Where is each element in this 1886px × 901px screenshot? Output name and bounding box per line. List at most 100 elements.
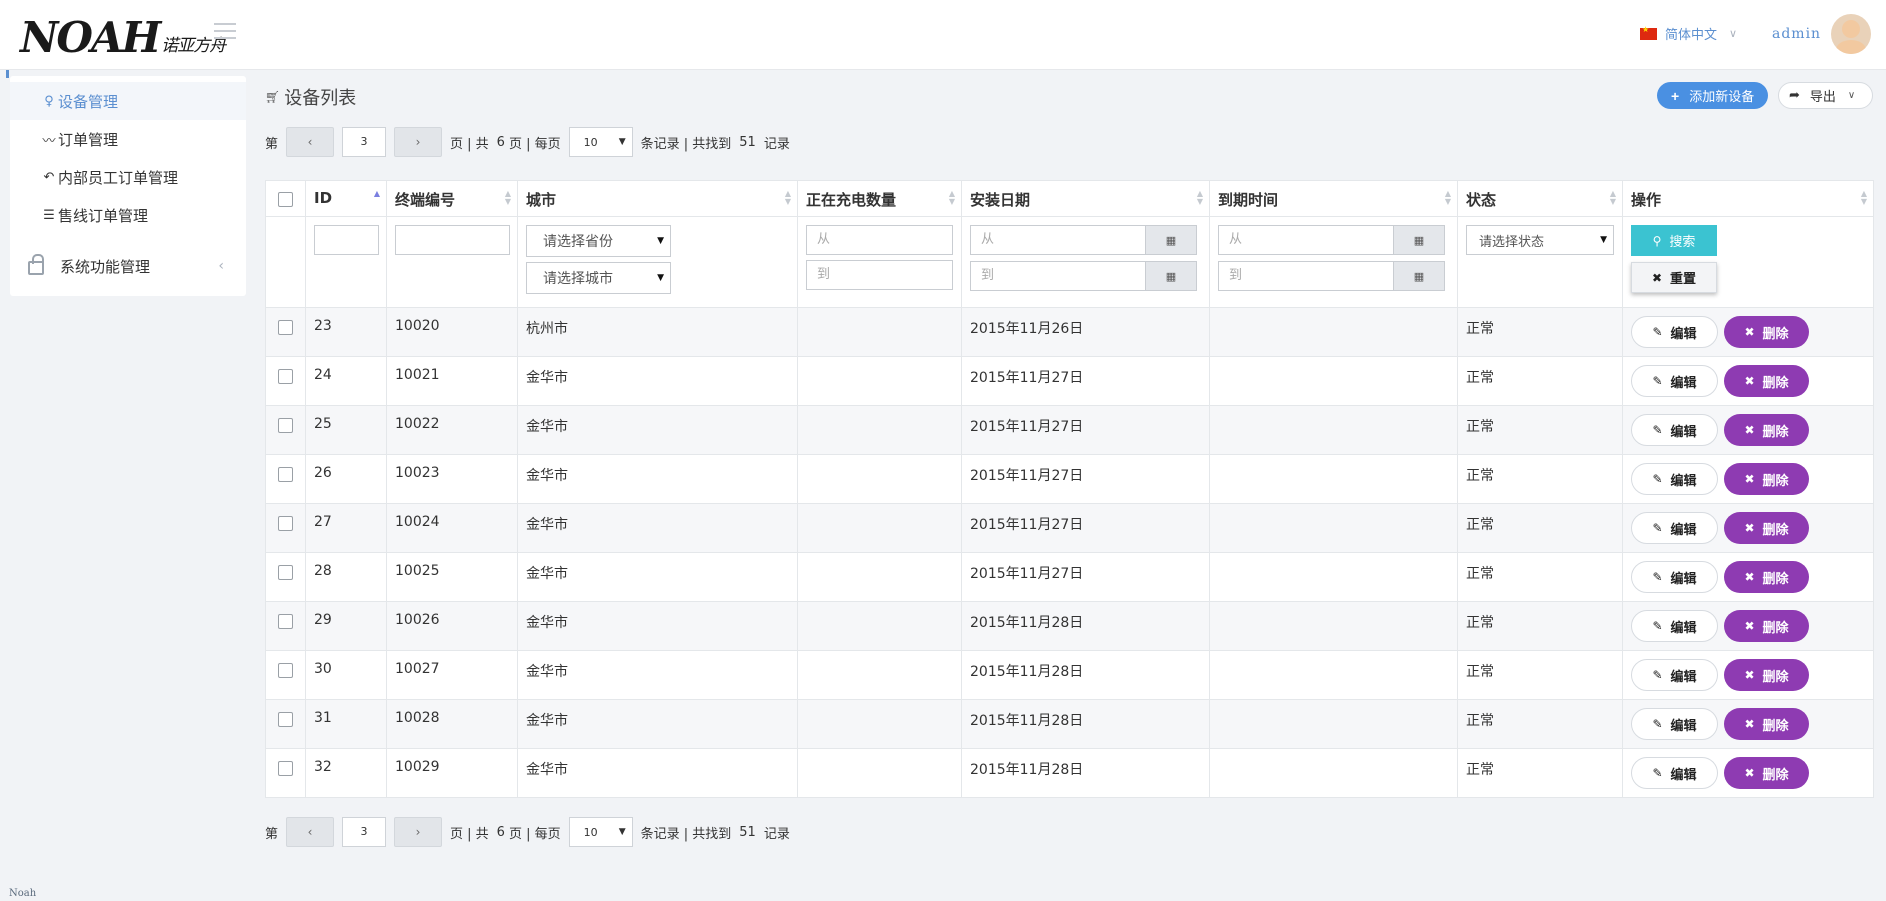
pager-records-suffix: 记录	[763, 136, 790, 152]
delete-button[interactable]: ✖ 删除	[1724, 512, 1809, 544]
row-checkbox[interactable]	[278, 663, 293, 678]
cell-status: 正常	[1457, 748, 1623, 798]
user-menu[interactable]: admin	[1772, 14, 1872, 54]
cell-actions: ✎ 编辑 ✖ 删除	[1622, 601, 1874, 651]
page-size-select[interactable]: 10 ▼	[568, 817, 633, 847]
select-all-checkbox[interactable]	[278, 192, 293, 207]
row-checkbox[interactable]	[278, 761, 293, 776]
install-to-input[interactable]: 到	[970, 261, 1145, 291]
edit-button[interactable]: ✎ 编辑	[1631, 610, 1718, 642]
row-checkbox[interactable]	[278, 565, 293, 580]
cell-actions: ✎ 编辑 ✖ 删除	[1622, 748, 1874, 798]
terminal-filter-input[interactable]	[395, 225, 510, 255]
id-filter-input[interactable]	[314, 225, 379, 255]
cell-city: 金华市	[517, 454, 798, 504]
cell-status: 正常	[1457, 307, 1623, 357]
edit-button[interactable]: ✎ 编辑	[1631, 316, 1718, 348]
edit-button[interactable]: ✎ 编辑	[1631, 365, 1718, 397]
pencil-icon: ✎	[1652, 521, 1663, 535]
column-header-city[interactable]: 城市 ▲ ▼	[517, 180, 798, 217]
prev-page-button[interactable]: ‹	[286, 817, 335, 847]
delete-button[interactable]: ✖ 删除	[1724, 610, 1809, 642]
next-page-button[interactable]: ›	[394, 127, 443, 157]
page-input[interactable]: 3	[342, 127, 387, 157]
export-button[interactable]: ➦ 导出 ∨	[1778, 82, 1873, 109]
cell-id: 24	[305, 356, 387, 406]
cell-charging	[797, 454, 962, 504]
edit-button[interactable]: ✎ 编辑	[1631, 414, 1718, 446]
pencil-icon: ✎	[1652, 766, 1663, 780]
delete-button[interactable]: ✖ 删除	[1724, 561, 1809, 593]
row-checkbox[interactable]	[278, 369, 293, 384]
close-icon: ✖	[1744, 766, 1755, 780]
sidebar-item-orders[interactable]: 〰 订单管理	[10, 120, 246, 158]
page-input[interactable]: 3	[342, 817, 387, 847]
close-icon: ✖	[1744, 619, 1755, 633]
calendar-icon[interactable]: ▦	[1145, 261, 1197, 291]
column-header-charging[interactable]: 正在充电数量 ▲ ▼	[797, 180, 962, 217]
edit-button[interactable]: ✎ 编辑	[1631, 561, 1718, 593]
delete-button[interactable]: ✖ 删除	[1724, 463, 1809, 495]
prev-page-button[interactable]: ‹	[286, 127, 335, 157]
pager-top: 第 ‹ 3 › 页 | 共 6 页 | 每页 10 ▼ 条记录 | 共找到 51 …	[265, 126, 790, 158]
row-checkbox[interactable]	[278, 614, 293, 629]
province-select[interactable]: 请选择省份 ▼	[526, 225, 671, 257]
brand-logo[interactable]: NOAH 诺亚方舟	[20, 17, 226, 59]
row-select-cell	[265, 552, 306, 602]
city-select[interactable]: 请选择城市 ▼	[526, 262, 671, 294]
add-device-button[interactable]: + 添加新设备	[1657, 82, 1769, 109]
filter-cell-expire: 从 ▦ 到 ▦	[1209, 216, 1458, 308]
install-from-input[interactable]: 从	[970, 225, 1145, 255]
menu-toggle-icon[interactable]	[214, 23, 236, 39]
close-icon: ✖	[1744, 423, 1755, 437]
edit-button[interactable]: ✎ 编辑	[1631, 708, 1718, 740]
cell-status: 正常	[1457, 454, 1623, 504]
row-checkbox[interactable]	[278, 467, 293, 482]
cell-expire	[1209, 307, 1458, 357]
language-selector[interactable]: 简体中文 ∨	[1640, 24, 1737, 43]
sidebar-item-staff-orders[interactable]: ↶ 内部员工订单管理	[10, 158, 246, 196]
column-header-id[interactable]: ID ▲	[305, 180, 387, 217]
delete-button[interactable]: ✖ 删除	[1724, 414, 1809, 446]
cell-expire	[1209, 699, 1458, 749]
sidebar-item-devices[interactable]: ♀ 设备管理	[10, 82, 246, 120]
edit-button[interactable]: ✎ 编辑	[1631, 463, 1718, 495]
edit-button[interactable]: ✎ 编辑	[1631, 659, 1718, 691]
column-header-status[interactable]: 状态 ▲ ▼	[1457, 180, 1623, 217]
delete-button[interactable]: ✖ 删除	[1724, 365, 1809, 397]
sort-icon: ▲ ▼	[1444, 189, 1451, 206]
status-select[interactable]: 请选择状态 ▼	[1466, 225, 1614, 255]
reset-button[interactable]: ✖ 重置	[1631, 262, 1717, 293]
sidebar-group-system[interactable]: 系统功能管理 ‹	[10, 247, 246, 285]
cell-id: 26	[305, 454, 387, 504]
charging-from-input[interactable]: 从	[806, 225, 953, 255]
bulb-icon: ♀	[44, 93, 54, 109]
calendar-icon[interactable]: ▦	[1393, 225, 1445, 255]
calendar-icon[interactable]: ▦	[1393, 261, 1445, 291]
cell-city: 金华市	[517, 405, 798, 455]
charging-to-input[interactable]: 到	[806, 260, 953, 290]
expire-from-input[interactable]: 从	[1218, 225, 1393, 255]
row-checkbox[interactable]	[278, 712, 293, 727]
row-checkbox[interactable]	[278, 516, 293, 531]
delete-button[interactable]: ✖ 删除	[1724, 316, 1809, 348]
cell-status: 正常	[1457, 650, 1623, 700]
delete-button[interactable]: ✖ 删除	[1724, 659, 1809, 691]
column-header-expire[interactable]: 到期时间 ▲ ▼	[1209, 180, 1458, 217]
delete-button[interactable]: ✖ 删除	[1724, 757, 1809, 789]
row-checkbox[interactable]	[278, 418, 293, 433]
sidebar-item-sales-orders[interactable]: ☰ 售线订单管理	[10, 196, 246, 234]
filter-cell-charging: 从 到	[797, 216, 962, 308]
search-button[interactable]: ⚲ 搜索	[1631, 225, 1717, 256]
column-header-install-date[interactable]: 安装日期 ▲ ▼	[961, 180, 1210, 217]
delete-button[interactable]: ✖ 删除	[1724, 708, 1809, 740]
edit-button[interactable]: ✎ 编辑	[1631, 512, 1718, 544]
edit-button[interactable]: ✎ 编辑	[1631, 757, 1718, 789]
cell-id: 29	[305, 601, 387, 651]
next-page-button[interactable]: ›	[394, 817, 443, 847]
column-header-terminal[interactable]: 终端编号 ▲ ▼	[386, 180, 518, 217]
row-checkbox[interactable]	[278, 320, 293, 335]
page-size-select[interactable]: 10 ▼	[568, 127, 633, 157]
calendar-icon[interactable]: ▦	[1145, 225, 1197, 255]
expire-to-input[interactable]: 到	[1218, 261, 1393, 291]
